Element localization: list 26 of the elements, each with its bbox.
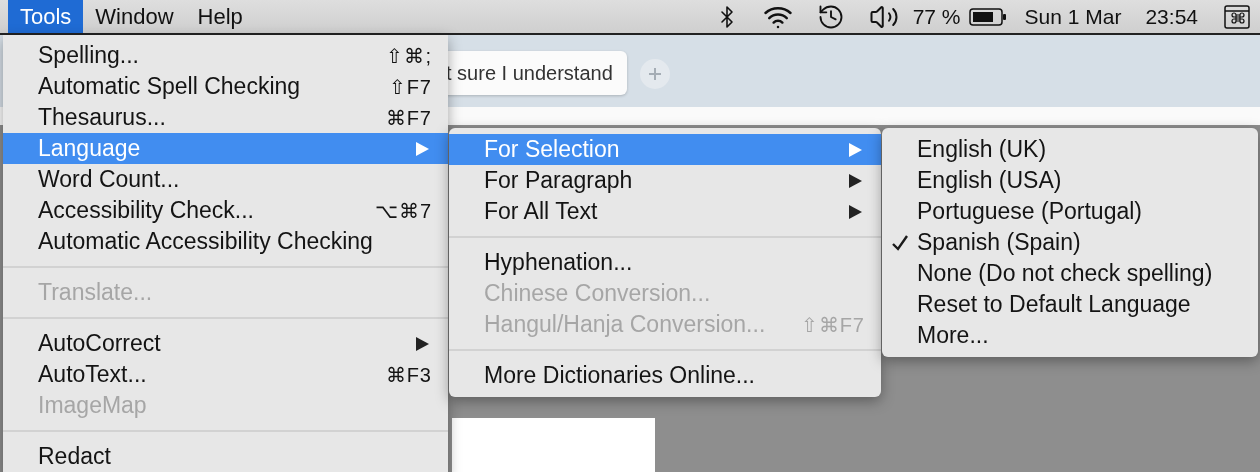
menu-item[interactable]: AutoCorrect [3, 328, 448, 359]
menu-title[interactable]: Window [83, 0, 186, 33]
menu-item[interactable]: Spanish (Spain) [882, 227, 1258, 258]
menu-title[interactable]: Help [185, 0, 255, 33]
menu-item[interactable]: Automatic Accessibility Checking [3, 226, 448, 257]
battery-percent: 77 % [912, 4, 961, 29]
menu-item[interactable]: Reset to Default Language [882, 289, 1258, 320]
date-text: Sun 1 Mar [1024, 4, 1122, 29]
clock-text: 23:54 [1145, 4, 1198, 29]
menu-item[interactable]: Accessibility Check... ⌥⌘7 [3, 195, 448, 226]
menu-item[interactable]: Portuguese (Portugal) [882, 196, 1258, 227]
menu-item[interactable]: Thesaurus... ⌘F7 [3, 102, 448, 133]
menu-item[interactable]: Hyphenation... [449, 247, 881, 278]
menu-item[interactable]: For All Text [449, 196, 881, 227]
menu-item[interactable]: Redact [3, 441, 448, 472]
menu-item[interactable]: None (Do not check spelling) [882, 258, 1258, 289]
battery-icon [968, 6, 1007, 27]
menu-item[interactable]: English (USA) [882, 165, 1258, 196]
menu-item[interactable]: English (UK) [882, 134, 1258, 165]
menu-item[interactable]: More Dictionaries Online... [449, 360, 881, 391]
keyboard-viewer-icon[interactable] [1224, 4, 1250, 29]
menu-item[interactable]: More... [882, 320, 1258, 351]
menu-title[interactable]: Tools [8, 0, 84, 33]
menu-item[interactable]: Word Count... [3, 164, 448, 195]
menu-item[interactable]: AutoText... ⌘F3 [3, 359, 448, 390]
menu-item[interactable]: For Paragraph [449, 165, 881, 196]
